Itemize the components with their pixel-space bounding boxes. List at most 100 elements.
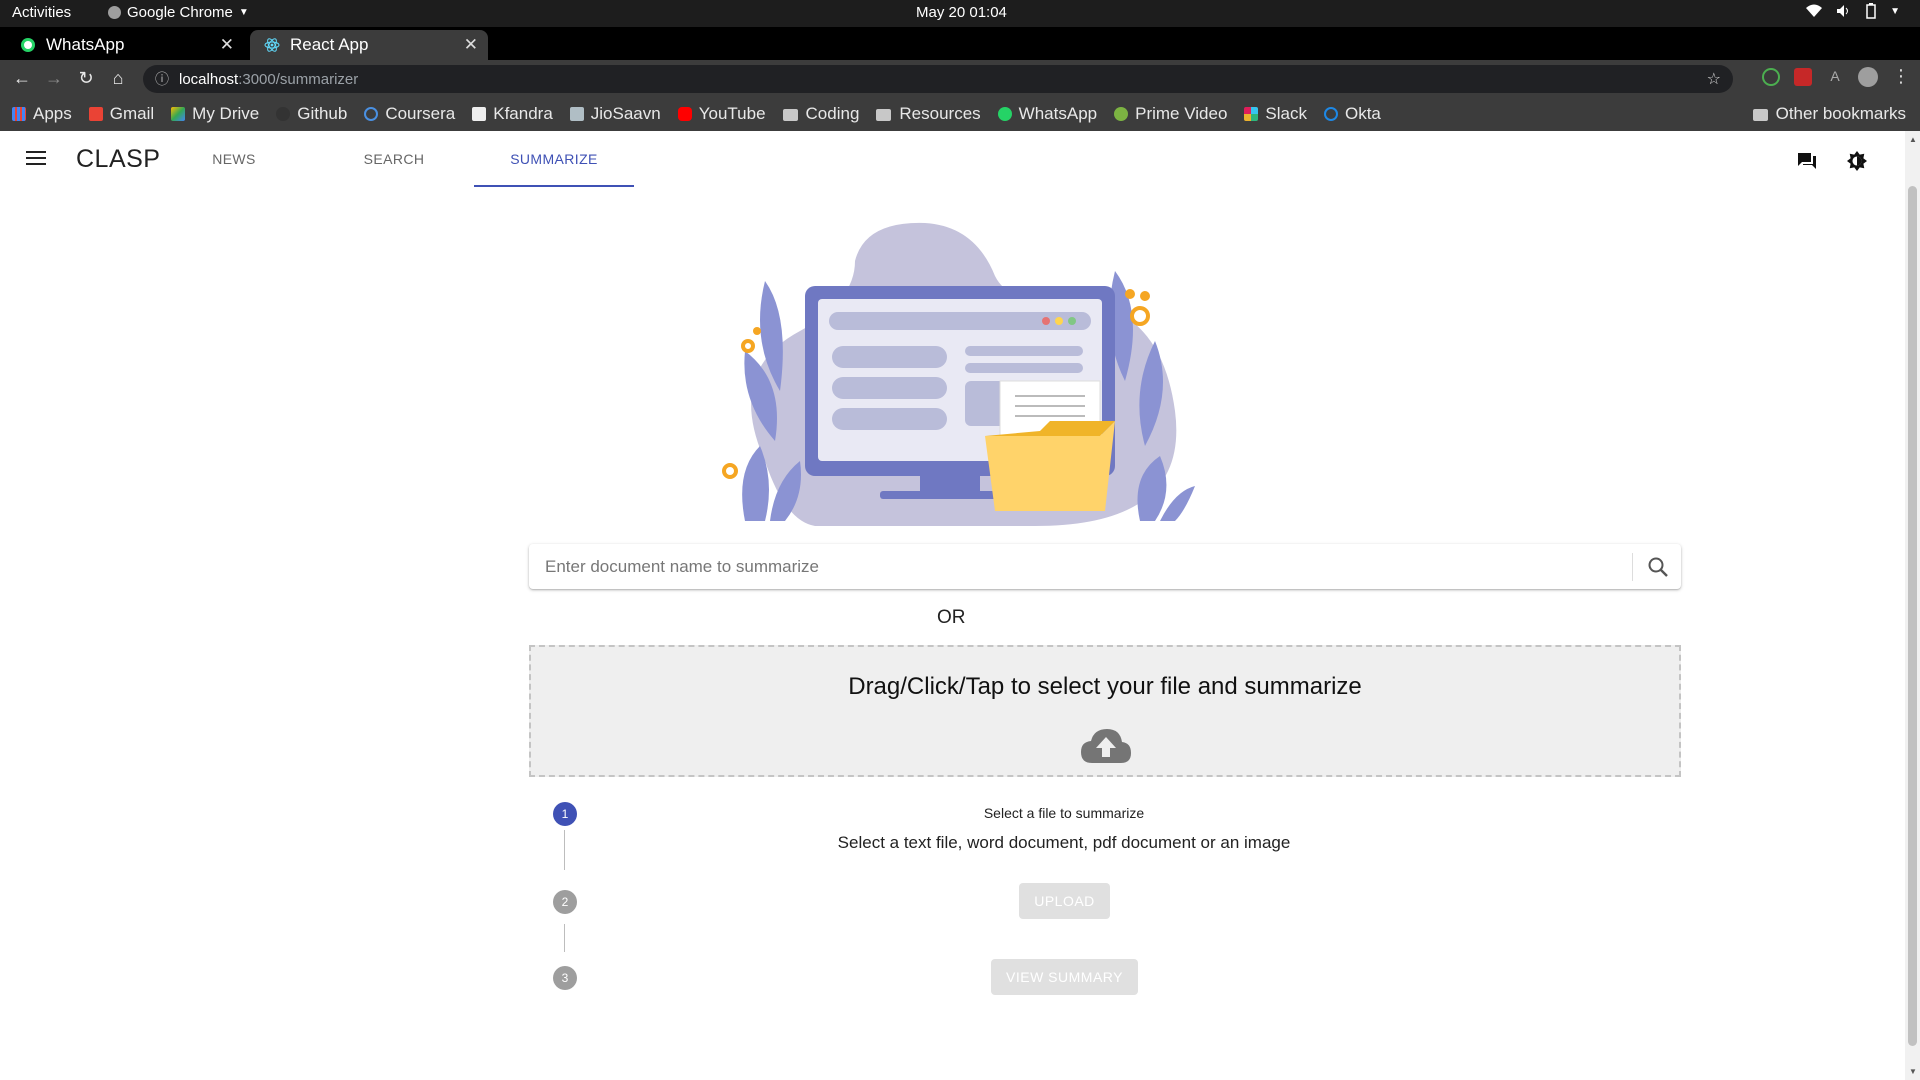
back-icon[interactable]: ← — [6, 68, 38, 89]
file-dropzone[interactable]: Drag/Click/Tap to select your file and s… — [529, 645, 1681, 777]
tab-summarize[interactable]: SUMMARIZE — [474, 131, 634, 187]
bookmark-apps[interactable]: Apps — [12, 104, 72, 124]
home-icon[interactable]: ⌂ — [102, 68, 134, 89]
app-menu-label: Google Chrome — [127, 4, 233, 21]
bookmark-youtube[interactable]: YouTube — [677, 104, 766, 124]
bookmark-label: JioSaavn — [590, 104, 661, 123]
bookmark-label: Coursera — [385, 104, 456, 123]
tab-search[interactable]: SEARCH — [314, 131, 474, 187]
os-top-bar: Activities Google Chrome ▼ May 20 01:04 … — [0, 0, 1920, 27]
extensions-area: A ⋮ — [1762, 66, 1910, 87]
menu-icon[interactable] — [26, 151, 46, 165]
drive-icon — [171, 107, 186, 121]
view-summary-button[interactable]: VIEW SUMMARY — [991, 959, 1138, 995]
step-3-indicator: 3 — [553, 966, 577, 990]
folder-icon — [876, 109, 892, 121]
tab-news[interactable]: NEWS — [154, 131, 314, 187]
clock[interactable]: May 20 01:04 — [916, 4, 1007, 21]
search-input[interactable] — [543, 544, 1643, 589]
other-bookmarks[interactable]: Other bookmarks — [1752, 104, 1906, 124]
scroll-down-icon[interactable]: ▼ — [1909, 1067, 1917, 1076]
folder-icon — [1752, 109, 1768, 121]
kfandra-icon — [472, 107, 487, 121]
other-bookmarks-label: Other bookmarks — [1775, 104, 1906, 123]
wifi-icon — [1806, 4, 1823, 17]
theme-toggle-icon[interactable] — [1846, 151, 1868, 171]
search-icon[interactable] — [1645, 555, 1671, 579]
tab-strip: WhatsApp ✕ React App ✕ + – ❐ ✕ — [0, 27, 1920, 82]
dropzone-label: Drag/Click/Tap to select your file and s… — [848, 673, 1362, 700]
tab-title: WhatsApp — [46, 35, 125, 54]
upload-button[interactable]: UPLOAD — [1019, 883, 1110, 919]
close-icon[interactable]: ✕ — [464, 35, 478, 55]
bookmark-prime-video[interactable]: Prime Video — [1114, 104, 1227, 124]
activities-button[interactable]: Activities — [12, 4, 71, 21]
step-1-title: Select a file to summarize — [983, 805, 1145, 821]
bookmark-label: Kfandra — [493, 104, 553, 123]
bookmark-slack[interactable]: Slack — [1244, 104, 1307, 124]
gmail-icon — [88, 107, 103, 121]
browser-toolbar: ← → ↻ ⌂ ⓘ localhost:3000/summarizer ☆ A … — [0, 60, 1920, 97]
apps-grid-icon — [12, 107, 26, 121]
bookmark-label: Github — [297, 104, 348, 123]
bookmark-label: WhatsApp — [1018, 104, 1098, 123]
forward-icon[interactable]: → — [38, 68, 70, 89]
coursera-icon — [364, 107, 379, 121]
system-tray[interactable]: ▼ — [1806, 3, 1900, 19]
site-info-icon[interactable]: ⓘ — [155, 69, 169, 89]
bookmark-label: Resources — [899, 104, 981, 123]
bookmark-kfandra[interactable]: Kfandra — [472, 104, 553, 124]
bookmark-coursera[interactable]: Coursera — [364, 104, 455, 124]
step-1-description: Select a text file, word document, pdf d… — [837, 833, 1291, 852]
or-separator: OR — [937, 607, 966, 628]
reload-icon[interactable]: ↻ — [70, 68, 102, 89]
extension-hex-icon[interactable] — [1762, 67, 1780, 86]
slack-icon — [1244, 107, 1259, 121]
profile-avatar[interactable] — [1858, 66, 1878, 87]
page-scrollbar[interactable]: ▲ ▼ — [1905, 131, 1920, 1080]
bookmark-label: Okta — [1344, 104, 1381, 123]
tab-react-app[interactable]: React App ✕ — [250, 30, 488, 60]
folder-icon — [782, 109, 798, 121]
scroll-up-icon[interactable]: ▲ — [1909, 135, 1917, 144]
bookmark-whatsapp[interactable]: WhatsApp — [997, 104, 1098, 124]
chrome-icon — [108, 6, 121, 19]
volume-icon — [1837, 5, 1849, 17]
jiosaavn-icon — [569, 107, 584, 121]
close-icon[interactable]: ✕ — [220, 35, 234, 55]
bookmark-gmail[interactable]: Gmail — [88, 104, 154, 124]
bookmark-jiosaavn[interactable]: JioSaavn — [569, 104, 661, 124]
step-2-indicator: 2 — [553, 890, 577, 914]
whatsapp-icon — [21, 38, 35, 52]
bookmark-okta[interactable]: Okta — [1323, 104, 1381, 124]
url-path: :3000/summarizer — [238, 70, 359, 88]
bookmark-label: Prime Video — [1135, 104, 1228, 123]
upload-illustration — [722, 222, 1195, 526]
github-icon — [276, 107, 291, 121]
tab-whatsapp[interactable]: WhatsApp ✕ — [6, 30, 244, 60]
bookmark-label: Coding — [805, 104, 860, 123]
caret-down-icon: ▼ — [238, 7, 249, 18]
bookmark-resources[interactable]: Resources — [876, 104, 981, 124]
chat-icon[interactable] — [1796, 151, 1818, 171]
divider — [1632, 553, 1633, 581]
bookmark-my-drive[interactable]: My Drive — [171, 104, 259, 124]
bookmark-coding[interactable]: Coding — [782, 104, 860, 124]
step-connector — [564, 924, 565, 952]
scrollbar-thumb[interactable] — [1908, 186, 1917, 1046]
system-menu-caret-icon: ▼ — [1890, 5, 1900, 17]
document-search-field — [529, 544, 1681, 589]
chrome-menu-icon[interactable]: ⋮ — [1892, 66, 1910, 87]
bookmark-label: Slack — [1265, 104, 1307, 123]
react-icon — [264, 38, 280, 52]
bookmarks-bar: Apps Gmail My Drive Github Coursera Kfan… — [0, 97, 1920, 131]
battery-icon — [1866, 3, 1876, 19]
address-bar[interactable]: ⓘ localhost:3000/summarizer ☆ — [143, 65, 1733, 93]
bookmark-star-icon[interactable]: ☆ — [1707, 69, 1721, 89]
bookmark-github[interactable]: Github — [276, 104, 347, 124]
extension-font-icon[interactable]: A — [1826, 68, 1844, 86]
bookmark-label: My Drive — [192, 104, 260, 123]
url-host: localhost — [179, 70, 239, 88]
app-menu[interactable]: Google Chrome ▼ — [108, 4, 249, 21]
extension-red-icon[interactable] — [1794, 67, 1812, 86]
